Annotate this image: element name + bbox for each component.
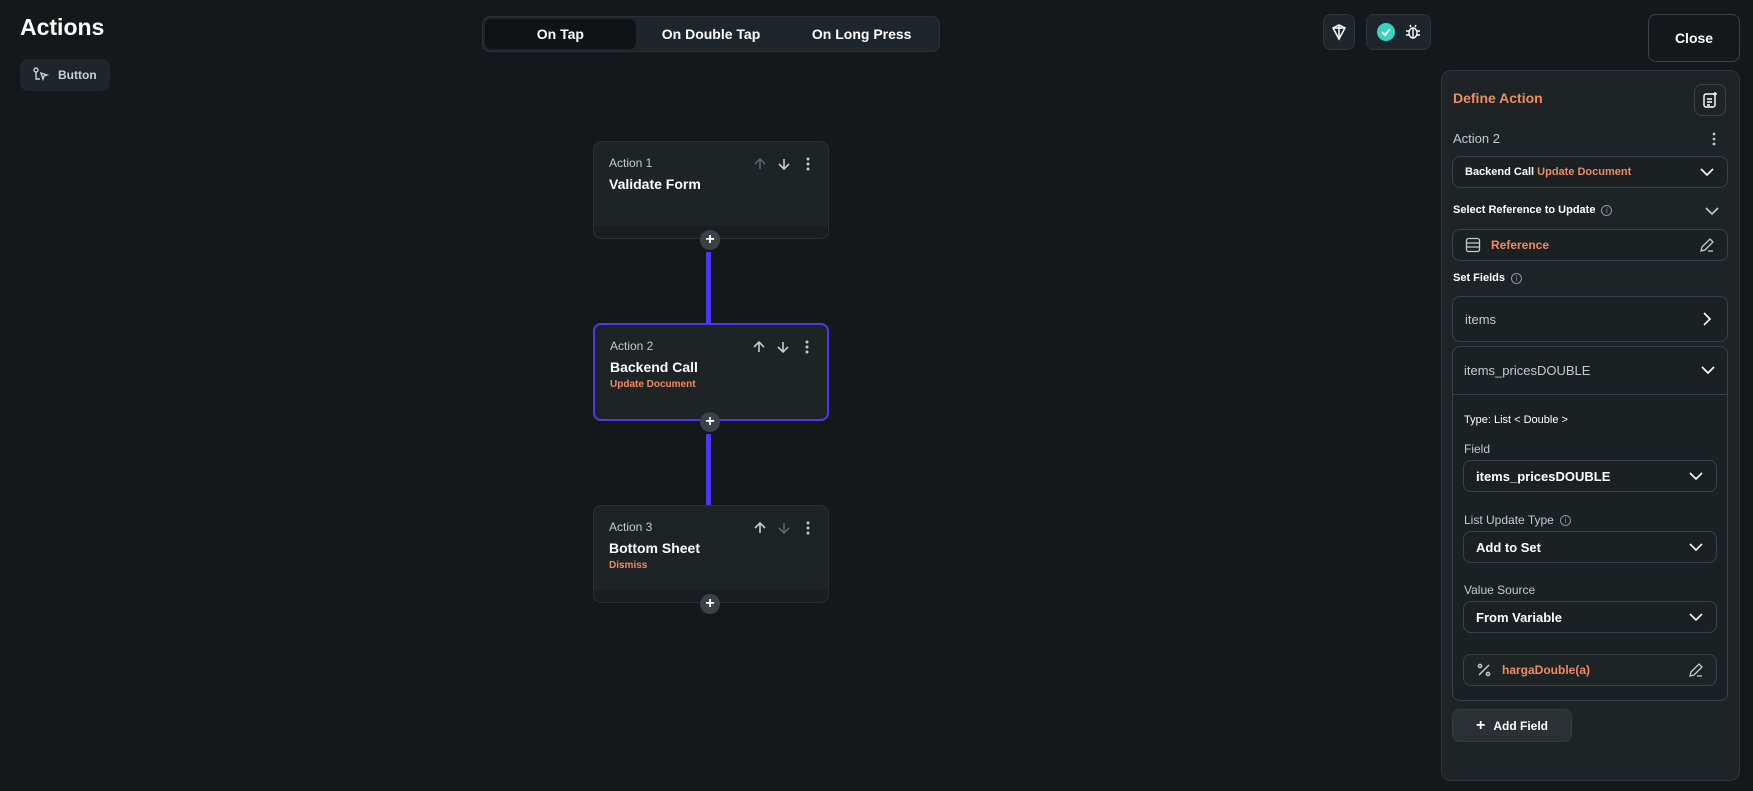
set-fields-label: Set Fields bbox=[1453, 272, 1505, 284]
plus-icon: + bbox=[1475, 716, 1486, 734]
widget-chip-label: Button bbox=[58, 68, 97, 82]
action-number-label: Action 2 bbox=[1453, 131, 1500, 146]
add-field-button[interactable]: + Add Field bbox=[1452, 709, 1572, 742]
flow-connector bbox=[706, 252, 711, 323]
reference-value: Reference bbox=[1491, 238, 1550, 252]
value-source-label: Value Source bbox=[1464, 583, 1536, 597]
field-row-items[interactable]: items bbox=[1452, 296, 1728, 342]
select-reference-header: Select Reference to Update i bbox=[1453, 204, 1613, 216]
more-vert-icon[interactable] bbox=[800, 156, 816, 172]
tab-on-double-tap[interactable]: On Double Tap bbox=[636, 19, 787, 49]
gemini-button[interactable] bbox=[1323, 14, 1355, 50]
flow-connector bbox=[706, 434, 711, 505]
arrow-down-icon[interactable] bbox=[775, 339, 791, 355]
bug-icon bbox=[1405, 24, 1420, 39]
divider bbox=[1453, 394, 1727, 395]
sparkle-icon bbox=[1331, 24, 1347, 41]
list-update-type-label: List Update Type bbox=[1464, 513, 1554, 527]
check-circle-icon bbox=[1376, 23, 1395, 41]
field-row-items-prices[interactable]: items_pricesDOUBLE bbox=[1452, 346, 1728, 394]
action-type: Backend Call bbox=[1465, 166, 1535, 178]
action-card-1[interactable]: Action 1 Validate Form bbox=[593, 141, 829, 239]
field-type-text: Type: List < Double > bbox=[1464, 414, 1568, 426]
edit-icon[interactable] bbox=[1688, 662, 1704, 678]
field-label: Field bbox=[1464, 442, 1491, 456]
info-icon: i bbox=[1510, 272, 1522, 284]
close-button[interactable]: Close bbox=[1648, 14, 1740, 62]
chevron-down-icon bbox=[1689, 543, 1703, 552]
list-update-type-dropdown[interactable]: Add to Set bbox=[1463, 531, 1717, 563]
chevron-down-icon bbox=[1689, 472, 1703, 481]
widget-chip[interactable]: Button bbox=[20, 59, 110, 91]
action-subtype: Update Document bbox=[610, 379, 696, 390]
chevron-right-icon bbox=[1703, 312, 1712, 326]
tab-on-tap[interactable]: On Tap bbox=[485, 19, 636, 49]
add-field-label: Add Field bbox=[1493, 718, 1548, 733]
action-card-2[interactable]: Action 2 Backend Call Update Document bbox=[593, 323, 829, 421]
variable-icon bbox=[1477, 663, 1491, 677]
value-source-value: From Variable bbox=[1476, 609, 1562, 625]
action-name: Bottom Sheet bbox=[609, 540, 700, 556]
more-vert-icon[interactable] bbox=[1708, 131, 1720, 147]
document-add-icon bbox=[1703, 92, 1717, 108]
debug-button[interactable] bbox=[1366, 14, 1431, 50]
chevron-down-icon bbox=[1689, 613, 1703, 622]
more-vert-icon[interactable] bbox=[799, 339, 815, 355]
arrow-down-icon[interactable] bbox=[776, 156, 792, 172]
panel-title: Define Action bbox=[1453, 90, 1543, 106]
info-icon: i bbox=[1559, 514, 1571, 526]
database-icon bbox=[1465, 237, 1481, 253]
variable-value: hargaDouble(a) bbox=[1502, 663, 1591, 677]
list-update-type-value: Add to Set bbox=[1476, 539, 1541, 555]
list-update-type-header: List Update Type i bbox=[1464, 513, 1571, 527]
arrow-up-icon[interactable] bbox=[751, 339, 767, 355]
arrow-up-icon[interactable] bbox=[752, 520, 768, 536]
arrow-up-icon[interactable] bbox=[752, 156, 768, 172]
docs-button[interactable] bbox=[1694, 84, 1726, 116]
value-source-dropdown[interactable]: From Variable bbox=[1463, 601, 1717, 633]
reference-field[interactable]: Reference bbox=[1452, 229, 1728, 261]
action-name: Validate Form bbox=[609, 176, 701, 192]
action-type-dropdown[interactable]: Backend Call Update Document bbox=[1452, 156, 1728, 188]
more-vert-icon[interactable] bbox=[800, 520, 816, 536]
field-dropdown[interactable]: items_pricesDOUBLE bbox=[1463, 460, 1717, 492]
add-action-button[interactable]: + bbox=[700, 594, 720, 614]
widget-tree-icon bbox=[33, 67, 50, 82]
chevron-down-icon bbox=[1700, 168, 1714, 177]
select-reference-label: Select Reference to Update bbox=[1453, 204, 1596, 216]
action-name: Backend Call bbox=[610, 359, 698, 375]
variable-field[interactable]: hargaDouble(a) bbox=[1463, 654, 1717, 686]
action-card-3[interactable]: Action 3 Bottom Sheet Dismiss bbox=[593, 505, 829, 603]
chevron-down-icon bbox=[1701, 366, 1715, 375]
tab-on-long-press[interactable]: On Long Press bbox=[786, 19, 937, 49]
add-action-button[interactable]: + bbox=[700, 412, 720, 432]
field-name: items bbox=[1465, 311, 1497, 327]
edit-icon[interactable] bbox=[1699, 237, 1715, 253]
chevron-down-icon[interactable] bbox=[1704, 203, 1720, 219]
info-icon: i bbox=[1601, 204, 1613, 216]
action-subtype: Update Document bbox=[1537, 166, 1632, 178]
add-action-button[interactable]: + bbox=[700, 230, 720, 250]
trigger-tabs: On Tap On Double Tap On Long Press bbox=[482, 16, 940, 52]
set-fields-header: Set Fields i bbox=[1453, 272, 1522, 284]
page-title: Actions bbox=[20, 14, 105, 40]
action-subtype: Dismiss bbox=[609, 560, 648, 571]
field-value: items_pricesDOUBLE bbox=[1476, 468, 1611, 484]
field-name: items_pricesDOUBLE bbox=[1464, 362, 1591, 378]
arrow-down-icon[interactable] bbox=[776, 520, 792, 536]
